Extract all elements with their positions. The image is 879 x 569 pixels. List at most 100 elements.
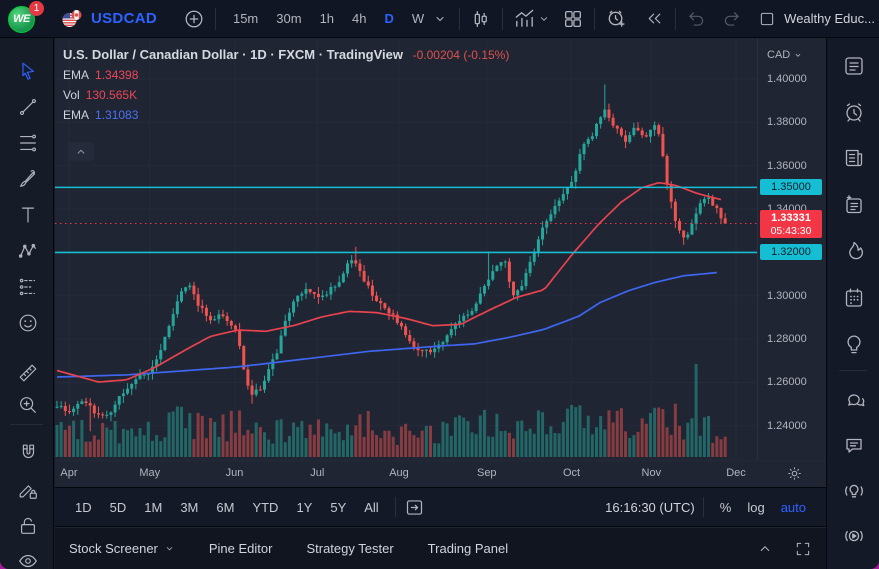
xabcd-pattern-icon: [18, 243, 36, 258]
tool-drawing-lock[interactable]: [13, 475, 43, 505]
panel-alerts[interactable]: [838, 96, 869, 127]
dialogs-icon: [845, 438, 862, 453]
chart-type-candles-icon[interactable]: [470, 8, 492, 30]
tool-brush[interactable]: [13, 164, 43, 194]
panel-calendar[interactable]: [838, 282, 869, 313]
chart-title[interactable]: U.S. Dollar / Canadian Dollar · 1D · FXC…: [63, 47, 403, 62]
save-layout-checkbox-icon[interactable]: [758, 10, 776, 28]
panel-streams[interactable]: [838, 520, 869, 551]
indicator-value: 130.565K: [85, 88, 138, 102]
range-ytd[interactable]: YTD: [244, 496, 286, 519]
timeframes-chevron-down-icon[interactable]: [431, 10, 449, 28]
undo-icon[interactable]: [686, 8, 707, 29]
tool-text-tool[interactable]: [13, 200, 43, 230]
text-notes-icon: [845, 194, 862, 213]
indicator-legend-row[interactable]: EMA 1.34398: [63, 68, 509, 82]
percent-scale-button[interactable]: %: [712, 497, 740, 518]
layout-grid-icon[interactable]: [562, 8, 584, 30]
panel-hotlists[interactable]: [838, 235, 869, 266]
range-toolbar: 1D 5D 1M 3M 6M YTD 1Y 5Y All 16:16:30 (UTC) % lo…: [55, 487, 826, 527]
indicators-icon[interactable]: [513, 7, 536, 30]
calendar-icon: [845, 288, 862, 307]
range-5d[interactable]: 5D: [102, 496, 135, 519]
tool-lock-all[interactable]: [13, 511, 43, 541]
usd-cad-flags-icon: [60, 7, 84, 31]
timeframe-W[interactable]: W: [405, 7, 431, 30]
toolbar-separator: [394, 497, 396, 517]
create-alert-icon[interactable]: [605, 7, 628, 30]
log-scale-button[interactable]: log: [739, 497, 772, 518]
notification-badge: 1: [29, 0, 44, 16]
tool-magnet[interactable]: [13, 438, 43, 468]
price-tick: 1.24000: [767, 419, 807, 432]
timeframe-15m[interactable]: 15m: [226, 7, 265, 30]
tool-ruler[interactable]: [13, 358, 43, 388]
time-axis[interactable]: Apr May Jun Jul Aug Sep Oct Nov Dec: [55, 460, 826, 487]
panel-ideas[interactable]: [838, 328, 869, 359]
timeframe-1h[interactable]: 1h: [313, 7, 341, 30]
support-price-label: 1.32000: [760, 244, 822, 261]
panel-chats[interactable]: [838, 384, 869, 415]
month-tick: Jun: [225, 467, 244, 479]
range-3m[interactable]: 3M: [172, 496, 206, 519]
range-5y[interactable]: 5Y: [322, 496, 354, 519]
resistance-price-label: 1.35000: [760, 179, 822, 196]
range-6m[interactable]: 6M: [208, 496, 242, 519]
streams-icon: [844, 530, 863, 541]
panel-news[interactable]: [838, 142, 869, 173]
legend-collapse-button[interactable]: [68, 142, 94, 161]
tool-zoom-in[interactable]: [13, 390, 43, 420]
symbol-selector[interactable]: USDCAD: [60, 7, 157, 31]
tool-trend-line[interactable]: [13, 92, 43, 122]
tool-emoji[interactable]: [13, 308, 43, 338]
auto-scale-button[interactable]: auto: [773, 497, 814, 518]
price-tick: 1.36000: [767, 159, 807, 172]
panel-text-notes[interactable]: [838, 189, 869, 220]
month-tick: Nov: [641, 467, 662, 479]
panel-dialogs[interactable]: [838, 430, 869, 461]
range-all[interactable]: All: [356, 496, 386, 519]
tool-cursor[interactable]: [13, 56, 43, 86]
fullscreen-icon[interactable]: [794, 540, 812, 558]
timeframe-D[interactable]: D: [378, 7, 401, 30]
indicators-chevron-down-icon[interactable]: [536, 11, 552, 27]
go-to-date-icon[interactable]: [404, 497, 425, 518]
statusbar-stock-screener[interactable]: Stock Screener: [69, 541, 175, 556]
statusbar-trading-panel[interactable]: Trading Panel: [428, 541, 508, 556]
hotlists-icon: [848, 241, 863, 259]
timeframe-4h[interactable]: 4h: [345, 7, 373, 30]
panel-collapse-chevron-up-icon[interactable]: [756, 540, 774, 558]
range-1d[interactable]: 1D: [67, 496, 100, 519]
chart-legend: U.S. Dollar / Canadian Dollar · 1D · FXC…: [63, 47, 509, 122]
indicator-legend-row[interactable]: EMA 1.31083: [63, 108, 509, 122]
compare-add-icon[interactable]: [183, 8, 205, 30]
tool-hide-all[interactable]: [13, 546, 43, 569]
tool-forecast[interactable]: [13, 272, 43, 302]
text-tool-icon: [21, 207, 35, 223]
panel-ideas-stream[interactable]: [838, 475, 869, 506]
redo-icon[interactable]: [721, 8, 742, 29]
statusbar-strategy-tester[interactable]: Strategy Tester: [306, 541, 393, 556]
panel-watchlist[interactable]: [838, 50, 869, 81]
toolbar-separator: [702, 497, 704, 517]
price-axis-currency[interactable]: CAD: [767, 49, 803, 61]
layout-name[interactable]: Wealthy Educ...: [784, 11, 875, 26]
tool-xabcd-pattern[interactable]: [13, 236, 43, 266]
timeframe-30m[interactable]: 30m: [269, 7, 308, 30]
indicator-legend-row[interactable]: Vol 130.565K: [63, 88, 509, 102]
toolbar-separator: [675, 7, 677, 30]
range-1m[interactable]: 1M: [136, 496, 170, 519]
broker-logo[interactable]: WE 1: [8, 0, 44, 34]
clock-utc[interactable]: 16:16:30 (UTC): [605, 500, 695, 515]
price-tick: 1.30000: [767, 289, 807, 302]
toolbar-separator: [502, 7, 504, 30]
axis-settings-sun-icon[interactable]: [786, 465, 803, 482]
price-tick: 1.28000: [767, 333, 807, 346]
tool-fib-retracement[interactable]: [13, 128, 43, 158]
month-tick: May: [139, 467, 161, 479]
bar-replay-icon[interactable]: [644, 8, 665, 29]
price-axis[interactable]: CAD 1.400001.380001.360001.340001.300001…: [757, 38, 826, 460]
range-1y[interactable]: 1Y: [288, 496, 320, 519]
indicator-value: 1.31083: [95, 108, 139, 122]
statusbar-pine-editor[interactable]: Pine Editor: [209, 541, 273, 556]
